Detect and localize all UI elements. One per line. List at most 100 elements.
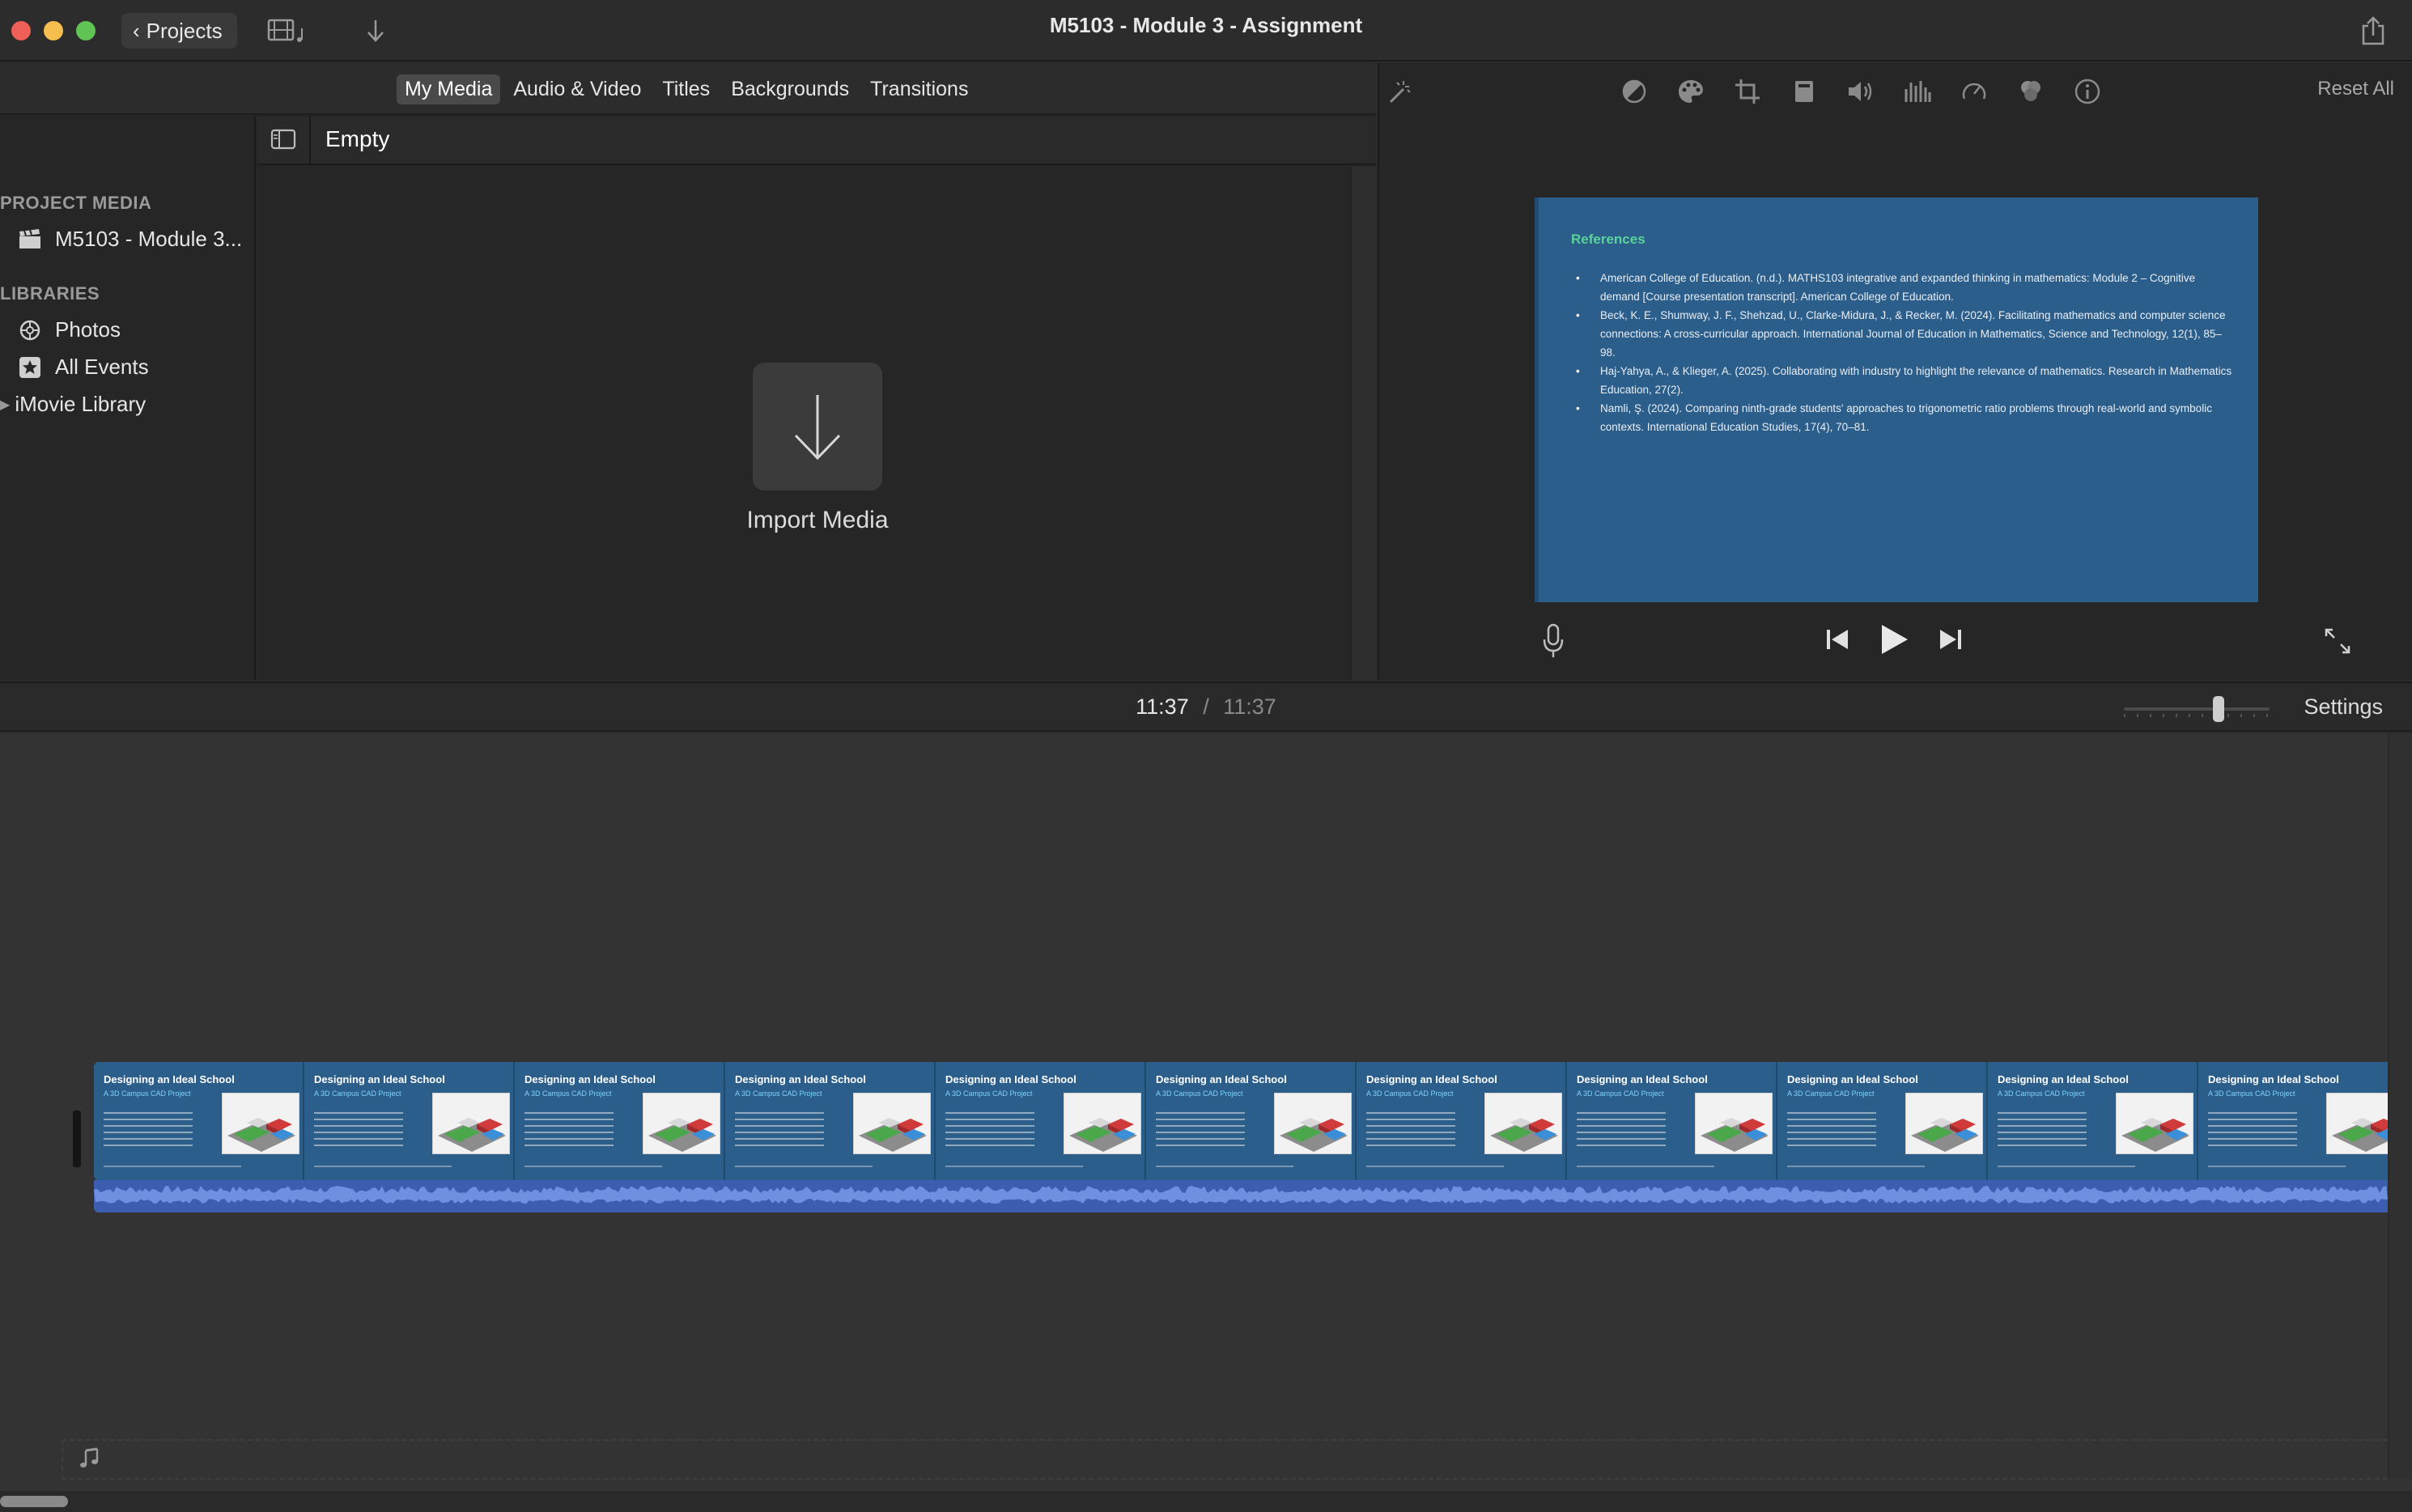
thumbnail-title: Designing an Ideal School [1998,1073,2129,1085]
zoom-slider-ticks [2124,714,2270,717]
tab-transitions[interactable]: Transitions [862,74,976,104]
sidebar-toggle-button[interactable] [270,128,296,151]
speed-button[interactable] [1959,76,1989,107]
clip-thumbnail: Designing an Ideal School A 3D Campus CAD… [1146,1062,1357,1180]
timeline-vertical-scrollbar[interactable] [2388,733,2412,1478]
star-icon [18,355,42,380]
reset-all-button[interactable]: Reset All [2317,78,2394,100]
timeline: Designing an Ideal School A 3D Campus CAD… [0,733,2412,1512]
volume-button[interactable] [1845,76,1876,107]
zoom-slider-track[interactable] [2124,707,2270,711]
clip-audio-waveform[interactable] [94,1180,2388,1213]
thumbnail-title: Designing an Ideal School [945,1073,1076,1085]
thumbnail-subtitle: A 3D Campus CAD Project [1366,1089,1454,1098]
crop-icon [1735,79,1760,104]
clip-thumbnail: Designing an Ideal School A 3D Campus CAD… [2198,1062,2388,1180]
window-title: M5103 - Module 3 - Assignment [1049,13,1363,37]
sidebar-item-photos[interactable]: Photos [18,317,121,342]
filter-circles-icon [2021,81,2040,101]
thumbnail-subtitle: A 3D Campus CAD Project [1156,1089,1243,1098]
references-list: American College of Education. (n.d.). M… [1571,269,2236,436]
thumbnail-text-lines [1366,1112,1455,1146]
slide-title: References [1571,231,1646,247]
sidebar-item-label: M5103 - Module 3... [55,227,243,251]
campus-model-image [2116,1093,2193,1154]
clip-filter-button[interactable] [2015,76,2046,107]
waveform-shape [94,1186,2388,1204]
thumbnail-subtitle: A 3D Campus CAD Project [1577,1089,1664,1098]
thumbnail-footer [1156,1166,1293,1167]
thumbnail-text-lines [314,1112,403,1146]
sidebar-item-label: All Events [55,355,149,379]
media-filter-bar: Empty [257,117,1376,165]
tab-backgrounds[interactable]: Backgrounds [723,74,857,104]
tab-audio-video[interactable]: Audio & Video [505,74,649,104]
thumbnail-title: Designing an Ideal School [1366,1073,1497,1085]
thumbnail-subtitle: A 3D Campus CAD Project [945,1089,1033,1098]
thumbnail-footer [1787,1166,1925,1167]
thumbnail-footer [1998,1166,2135,1167]
color-balance-button[interactable] [1619,76,1650,107]
video-camera-icon [1795,81,1813,102]
timeline-horizontal-scrollbar[interactable] [0,1491,2412,1512]
clip-thumbnail: Designing an Ideal School A 3D Campus CAD… [1357,1062,1567,1180]
info-icon [2074,79,2100,104]
color-correction-button[interactable] [1675,76,1706,107]
thumbnail-title: Designing an Ideal School [1787,1073,1918,1085]
sidebar-item-imovie-library[interactable]: ▶ iMovie Library [0,392,146,417]
clip-info-button[interactable] [2072,76,2103,107]
campus-model-image [432,1093,510,1154]
campus-model-image [853,1093,931,1154]
playhead-handle[interactable] [73,1111,81,1167]
thumbnail-footer [735,1166,873,1167]
thumbnail-text-lines [1156,1112,1245,1146]
disclosure-triangle-icon[interactable]: ▶ [0,397,10,413]
media-pane: Empty Import Media [257,117,1376,680]
campus-model-image [1064,1093,1141,1154]
tab-my-media[interactable]: My Media [397,74,501,104]
import-media-button[interactable] [753,363,882,491]
media-browser: My Media Audio & Video Titles Background… [0,63,1376,680]
speaker-icon [1849,82,1872,101]
viewer-preview: References American College of Education… [1535,197,2258,602]
campus-model-image [643,1093,720,1154]
thumbnail-text-lines [104,1112,193,1146]
stabilization-button[interactable] [1789,76,1820,107]
media-scrollbar[interactable] [1350,167,1376,680]
sidebar-item-label: Photos [55,317,121,342]
waveform-graphic [94,1186,2388,1204]
zoom-slider-knob[interactable] [2213,696,2224,722]
previous-button[interactable] [1820,622,1855,657]
browser-tab-bar: My Media Audio & Video Titles Background… [0,63,1376,115]
timeline-settings-button[interactable]: Settings [2304,694,2383,720]
timeline-scroll-thumb[interactable] [0,1496,68,1507]
import-media-label[interactable]: Import Media [688,507,947,534]
enhance-button[interactable] [1384,76,1415,107]
next-button[interactable] [1933,622,1968,657]
voiceover-button[interactable] [1541,623,1565,659]
skip-back-icon [1827,630,1848,649]
clip-thumbnail: Designing an Ideal School A 3D Campus CAD… [725,1062,936,1180]
sidebar-item-project[interactable]: M5103 - Module 3... [18,227,242,252]
play-icon [1882,625,1908,654]
tab-titles[interactable]: Titles [654,74,718,104]
background-music-well[interactable] [62,1439,2388,1480]
equalizer-button[interactable] [1902,76,1933,107]
clip-thumbnail: Designing an Ideal School A 3D Campus CAD… [304,1062,515,1180]
crop-button[interactable] [1732,76,1763,107]
play-button[interactable] [1876,622,1912,657]
equalizer-icon [1905,81,1931,102]
thumbnail-text-lines [945,1112,1034,1146]
total-time: 11:37 [1223,694,1276,719]
thumbnail-title: Designing an Ideal School [104,1073,235,1085]
share-button[interactable] [2359,15,2388,47]
fullscreen-button[interactable] [2323,626,2352,656]
thumbnail-footer [314,1166,452,1167]
thumbnail-subtitle: A 3D Campus CAD Project [314,1089,401,1098]
thumbnail-footer [1366,1166,1504,1167]
thumbnail-text-lines [1577,1112,1666,1146]
video-clip[interactable]: Designing an Ideal School A 3D Campus CAD… [94,1062,2388,1180]
thumbnail-footer [1577,1166,1714,1167]
clip-thumbnail: Designing an Ideal School A 3D Campus CAD… [1567,1062,1777,1180]
sidebar-item-all-events[interactable]: All Events [18,355,149,380]
